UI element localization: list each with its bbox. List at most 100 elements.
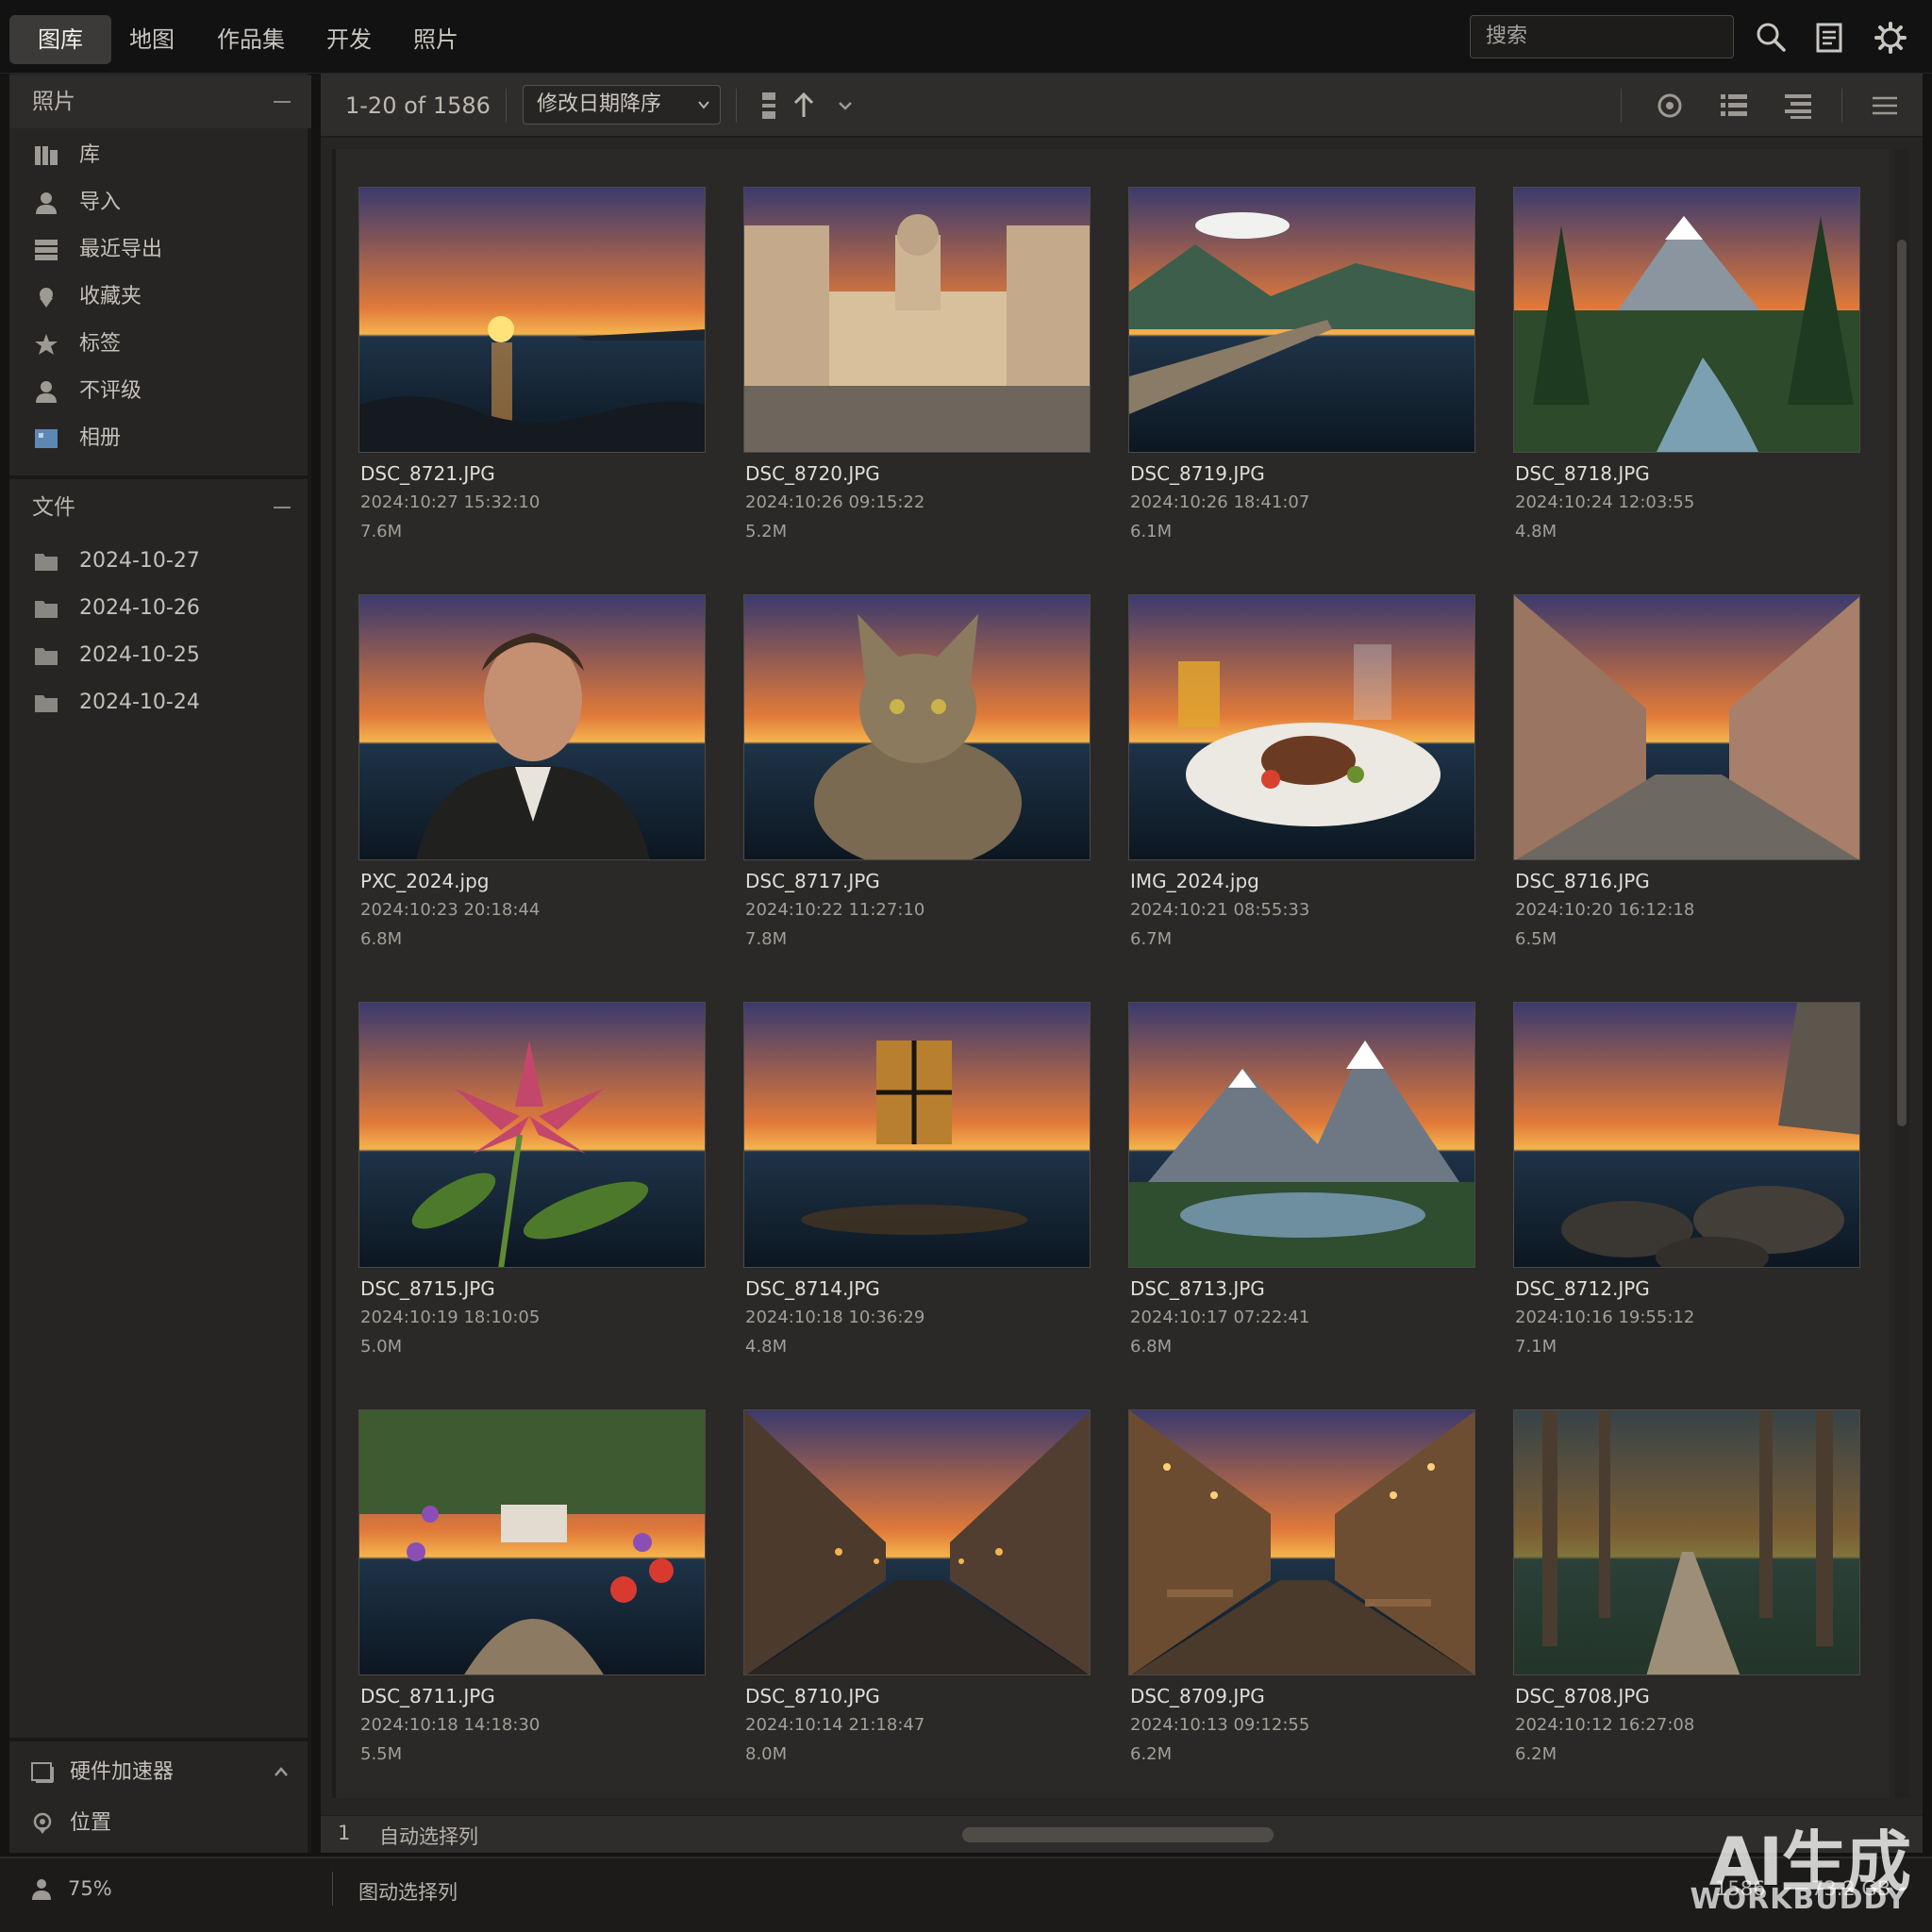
sort-ascending-icon[interactable]	[789, 91, 819, 121]
photo-size: 6.2M	[1515, 1744, 1557, 1764]
sidebar-item-label: 标签	[79, 332, 122, 356]
sidebar-item-library[interactable]: 库	[9, 132, 311, 179]
horizontal-scrollbar-thumb[interactable]	[962, 1827, 1274, 1842]
page-number: 1	[338, 1822, 351, 1844]
list-view-icon[interactable]	[1719, 91, 1749, 121]
photo-thumbnail[interactable]	[358, 1002, 706, 1268]
photo-size: 5.0M	[360, 1337, 403, 1357]
photo-card[interactable]: DSC_8711.JPG 2024:10:18 14:18:30 5.5M	[358, 1409, 708, 1768]
photo-size: 6.8M	[360, 929, 403, 949]
photo-thumbnail[interactable]	[358, 187, 706, 453]
photo-thumbnail[interactable]	[1513, 1409, 1860, 1675]
document-icon[interactable]	[1811, 19, 1849, 57]
sidebar-item-albums[interactable]: 相册	[9, 415, 311, 462]
folder-label: 2024-10-24	[79, 691, 200, 714]
photo-card[interactable]: DSC_8719.JPG 2024:10:26 18:41:07 6.1M	[1128, 187, 1477, 545]
settings-gear-icon[interactable]	[1872, 19, 1909, 57]
sidebar-item-hardware-accelerator[interactable]: 硬件加速器	[9, 1749, 311, 1796]
grid-footer: 1 自动选择列	[321, 1815, 1923, 1853]
photo-thumbnail[interactable]	[743, 1409, 1091, 1675]
photo-card[interactable]: DSC_8716.JPG 2024:10:20 16:12:18 6.5M	[1513, 594, 1862, 953]
chevron-down-icon	[698, 101, 709, 109]
sidebar-item-recent-exports[interactable]: 最近导出	[9, 226, 311, 274]
settings-circle-icon[interactable]	[1655, 91, 1685, 121]
sort-select[interactable]: 修改日期降序	[523, 85, 721, 125]
photo-date: 2024:10:18 14:18:30	[360, 1715, 541, 1735]
photo-filename: DSC_8719.JPG	[1130, 462, 1265, 485]
search-input[interactable]: 搜索	[1470, 15, 1734, 58]
folder-item[interactable]: 2024-10-25	[9, 632, 311, 679]
photo-card[interactable]: DSC_8715.JPG 2024:10:19 18:10:05 5.0M	[358, 1002, 708, 1360]
photo-card[interactable]: DSC_8717.JPG 2024:10:22 11:27:10 7.8M	[743, 594, 1092, 953]
tab-map[interactable]: 地图	[117, 15, 187, 64]
person-import-icon	[36, 192, 57, 214]
sidebar-item-label: 不评级	[79, 379, 142, 403]
tab-portfolio[interactable]: 作品集	[204, 15, 298, 64]
photo-size: 6.2M	[1130, 1744, 1173, 1764]
photo-card[interactable]: IMG_2024.jpg 2024:10:21 08:55:33 6.7M	[1128, 594, 1477, 953]
library-icon	[35, 146, 58, 165]
photo-thumbnail[interactable]	[743, 187, 1091, 453]
vertical-scrollbar[interactable]	[1894, 149, 1909, 1798]
collapse-icon[interactable]	[274, 507, 291, 508]
photo-thumbnail[interactable]	[1513, 187, 1860, 453]
zoom-level[interactable]: 75%	[68, 1877, 112, 1900]
photo-card[interactable]: DSC_8713.JPG 2024:10:17 07:22:41 6.8M	[1128, 1002, 1477, 1360]
person-icon	[32, 1879, 51, 1900]
folder-item[interactable]: 2024-10-24	[9, 679, 311, 726]
photo-filename: DSC_8712.JPG	[1515, 1277, 1650, 1300]
folder-item[interactable]: 2024-10-26	[9, 585, 311, 632]
tab-develop[interactable]: 开发	[311, 15, 387, 64]
photo-date: 2024:10:26 09:15:22	[745, 492, 925, 512]
status-label: 图动选择列	[358, 1881, 458, 1904]
collapse-icon[interactable]	[274, 101, 291, 103]
chevron-up-icon[interactable]	[274, 1766, 289, 1777]
sidebar-item-tags[interactable]: 标签	[9, 321, 311, 368]
photo-date: 2024:10:14 21:18:47	[745, 1715, 925, 1735]
photos-section-header[interactable]: 照片	[9, 75, 311, 128]
photo-size: 7.1M	[1515, 1337, 1557, 1357]
sidebar-item-unrated[interactable]: 不评级	[9, 368, 311, 415]
photo-card[interactable]: PXC_2024.jpg 2024:10:23 20:18:44 6.8M	[358, 594, 708, 953]
photo-date: 2024:10:22 11:27:10	[745, 900, 925, 920]
photo-thumbnail[interactable]	[1128, 594, 1475, 860]
files-section-header[interactable]: 文件	[9, 481, 311, 534]
group-icon[interactable]	[755, 91, 785, 121]
photo-card[interactable]: DSC_8721.JPG 2024:10:27 15:32:10 7.6M	[358, 187, 708, 545]
photo-thumbnail[interactable]	[1128, 1409, 1475, 1675]
photo-thumbnail[interactable]	[1128, 187, 1475, 453]
sidebar-item-import[interactable]: 导入	[9, 179, 311, 226]
photo-card[interactable]: DSC_8708.JPG 2024:10:12 16:27:08 6.2M	[1513, 1409, 1862, 1768]
detail-list-icon[interactable]	[1783, 91, 1813, 121]
sidebar-item-location[interactable]: 位置	[9, 1800, 311, 1847]
search-icon[interactable]	[1753, 19, 1790, 57]
sidebar-item-favorites[interactable]: 收藏夹	[9, 274, 311, 321]
sidebar-item-label: 相册	[79, 426, 122, 450]
photo-thumbnail[interactable]	[358, 594, 706, 860]
photo-card[interactable]: DSC_8720.JPG 2024:10:26 09:15:22 5.2M	[743, 187, 1092, 545]
photo-card[interactable]: DSC_8710.JPG 2024:10:14 21:18:47 8.0M	[743, 1409, 1092, 1768]
chevron-down-icon[interactable]	[830, 91, 860, 121]
photo-thumbnail[interactable]	[358, 1409, 706, 1675]
photo-size: 5.5M	[360, 1744, 403, 1764]
photo-thumbnail[interactable]	[1513, 1002, 1860, 1268]
photo-thumbnail[interactable]	[1513, 594, 1860, 860]
folder-item[interactable]: 2024-10-27	[9, 538, 311, 585]
folder-label: 2024-10-25	[79, 643, 200, 667]
sort-select-value: 修改日期降序	[537, 92, 662, 116]
sidebar-item-label: 最近导出	[79, 238, 163, 261]
stack-export-icon	[35, 240, 58, 260]
photo-thumbnail[interactable]	[1128, 1002, 1475, 1268]
photo-date: 2024:10:18 10:36:29	[745, 1307, 925, 1327]
photo-thumbnail[interactable]	[743, 1002, 1091, 1268]
photo-card[interactable]: DSC_8718.JPG 2024:10:24 12:03:55 4.8M	[1513, 187, 1862, 545]
photo-date: 2024:10:17 07:22:41	[1130, 1307, 1310, 1327]
photo-card[interactable]: DSC_8709.JPG 2024:10:13 09:12:55 6.2M	[1128, 1409, 1477, 1768]
scrollbar-thumb[interactable]	[1897, 240, 1907, 1126]
menu-icon[interactable]	[1870, 91, 1900, 121]
photo-card[interactable]: DSC_8714.JPG 2024:10:18 10:36:29 4.8M	[743, 1002, 1092, 1360]
photo-card[interactable]: DSC_8712.JPG 2024:10:16 19:55:12 7.1M	[1513, 1002, 1862, 1360]
tab-photos[interactable]: 照片	[400, 15, 472, 64]
tab-library[interactable]: 图库	[9, 15, 111, 64]
photo-thumbnail[interactable]	[743, 594, 1091, 860]
